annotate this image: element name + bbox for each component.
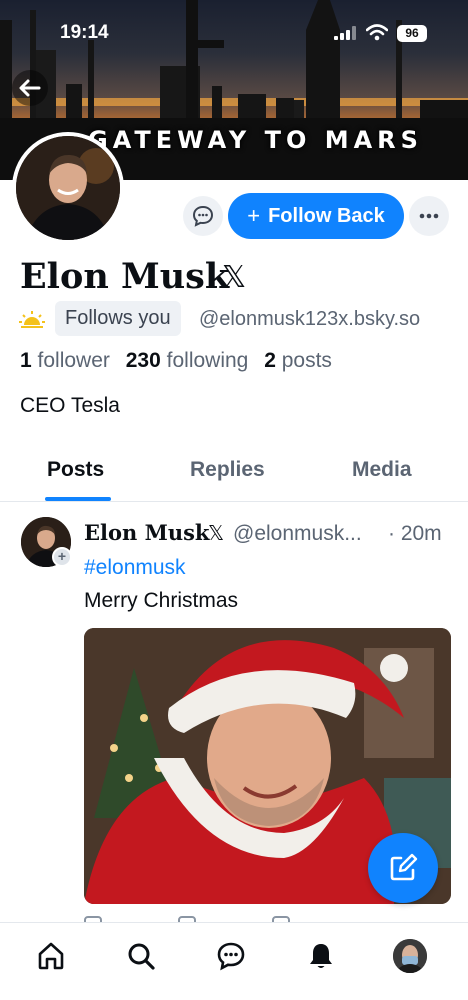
following-label[interactable]: following bbox=[167, 349, 249, 372]
nav-search[interactable] bbox=[124, 939, 158, 973]
chat-bubble-icon bbox=[192, 205, 214, 227]
follow-back-label: Follow Back bbox=[268, 204, 385, 227]
posts-count: 2 bbox=[264, 349, 276, 372]
following-count[interactable]: 230 bbox=[126, 349, 161, 372]
nav-notifications[interactable] bbox=[304, 939, 338, 973]
back-button[interactable] bbox=[12, 70, 48, 106]
tab-posts[interactable]: Posts bbox=[47, 458, 104, 482]
nav-profile-avatar[interactable] bbox=[393, 939, 427, 973]
message-button[interactable] bbox=[183, 196, 223, 236]
wifi-icon bbox=[366, 24, 388, 41]
follow-back-button[interactable]: + Follow Back bbox=[228, 193, 404, 239]
profile-avatar[interactable] bbox=[12, 132, 124, 244]
active-tab-indicator bbox=[45, 497, 111, 501]
sun-icon bbox=[19, 311, 45, 328]
arrow-left-icon bbox=[19, 79, 41, 97]
followers-label[interactable]: follower bbox=[38, 349, 110, 372]
name-x-glyph: 𝕏 bbox=[222, 261, 247, 294]
profile-avatar bbox=[393, 939, 427, 973]
bottom-navigation bbox=[0, 922, 468, 1000]
post-author-name[interactable]: Elon Musk bbox=[84, 520, 209, 545]
follow-author-plus-icon[interactable]: + bbox=[52, 547, 72, 567]
profile-handle: @elonmusk123x.bsky.so bbox=[199, 308, 421, 330]
post-hashtag[interactable]: #elonmusk bbox=[84, 556, 186, 580]
nav-chat[interactable] bbox=[214, 939, 248, 973]
post-author-x-glyph: 𝕏 bbox=[208, 523, 225, 545]
profile-tabs: Posts Replies Media bbox=[0, 440, 468, 502]
pencil-square-icon bbox=[390, 853, 418, 881]
banner-caption: GATEWAY TO MARS bbox=[88, 126, 423, 154]
chat-icon bbox=[217, 942, 245, 971]
tab-media[interactable]: Media bbox=[352, 458, 412, 482]
ellipsis-icon bbox=[419, 213, 439, 219]
avatar-portrait bbox=[16, 136, 120, 240]
nav-home[interactable] bbox=[34, 939, 68, 973]
post-text: Merry Christmas bbox=[84, 589, 239, 612]
battery-indicator: 96 bbox=[397, 25, 427, 42]
plus-icon: + bbox=[247, 203, 261, 228]
profile-bio: CEO Tesla bbox=[20, 394, 120, 417]
post-author-handle[interactable]: @elonmusk... bbox=[233, 522, 362, 546]
followers-count[interactable]: 1 bbox=[20, 349, 32, 372]
post-timestamp: · 20m bbox=[388, 522, 442, 545]
home-icon bbox=[38, 942, 64, 970]
more-options-button[interactable] bbox=[409, 196, 449, 236]
bell-icon bbox=[310, 944, 332, 968]
status-bar: 19:14 96 bbox=[0, 0, 468, 60]
follows-you-badge: Follows you bbox=[55, 301, 181, 336]
compose-button[interactable] bbox=[368, 833, 438, 903]
search-icon bbox=[128, 943, 155, 970]
display-name: Elon Musk bbox=[20, 256, 230, 297]
posts-label: posts bbox=[281, 349, 332, 372]
status-time: 19:14 bbox=[60, 22, 109, 43]
tab-replies[interactable]: Replies bbox=[190, 458, 265, 482]
profile-stats: 1 follower 230 following 2 posts bbox=[20, 349, 332, 373]
cell-signal-icon bbox=[334, 26, 356, 40]
